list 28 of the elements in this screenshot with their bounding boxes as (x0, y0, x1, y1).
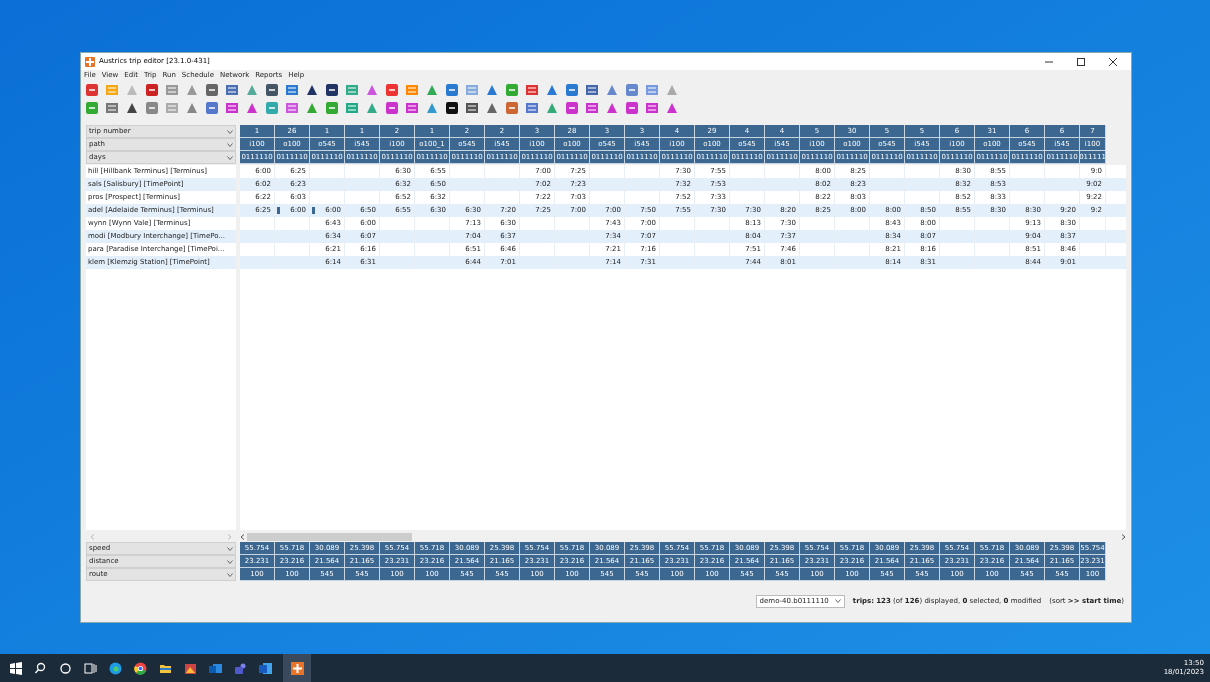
task-view-icon[interactable] (83, 660, 98, 676)
browser-icon[interactable] (133, 660, 148, 676)
circle-icon[interactable] (58, 660, 73, 676)
tool-icon[interactable] (305, 83, 319, 97)
caret-icon (227, 155, 233, 160)
caret-icon (227, 559, 233, 564)
caret-icon (227, 572, 233, 577)
browser-icon[interactable] (108, 660, 123, 676)
taskbar-button[interactable] (283, 654, 311, 682)
caret-icon (227, 142, 233, 147)
tool-icon[interactable] (445, 101, 459, 115)
search-icon[interactable] (33, 660, 48, 676)
tool-icon[interactable] (125, 101, 139, 115)
scroll-right-icon[interactable] (1121, 533, 1126, 540)
caret-icon (834, 599, 841, 603)
caret-icon (227, 546, 233, 551)
windows-logo-icon[interactable] (8, 660, 23, 676)
tool-icon[interactable] (465, 101, 479, 115)
caret-icon (227, 129, 233, 134)
maximize-icon[interactable] (1076, 56, 1086, 67)
tool-icon[interactable] (265, 83, 279, 97)
scroll-left-icon[interactable] (240, 533, 245, 540)
app-icon (289, 660, 305, 676)
tool-icon[interactable] (325, 83, 339, 97)
close-icon[interactable] (1108, 56, 1118, 67)
document-icon[interactable] (258, 660, 273, 676)
scrollbar-thumb[interactable] (247, 532, 412, 541)
app-icon (85, 56, 95, 67)
